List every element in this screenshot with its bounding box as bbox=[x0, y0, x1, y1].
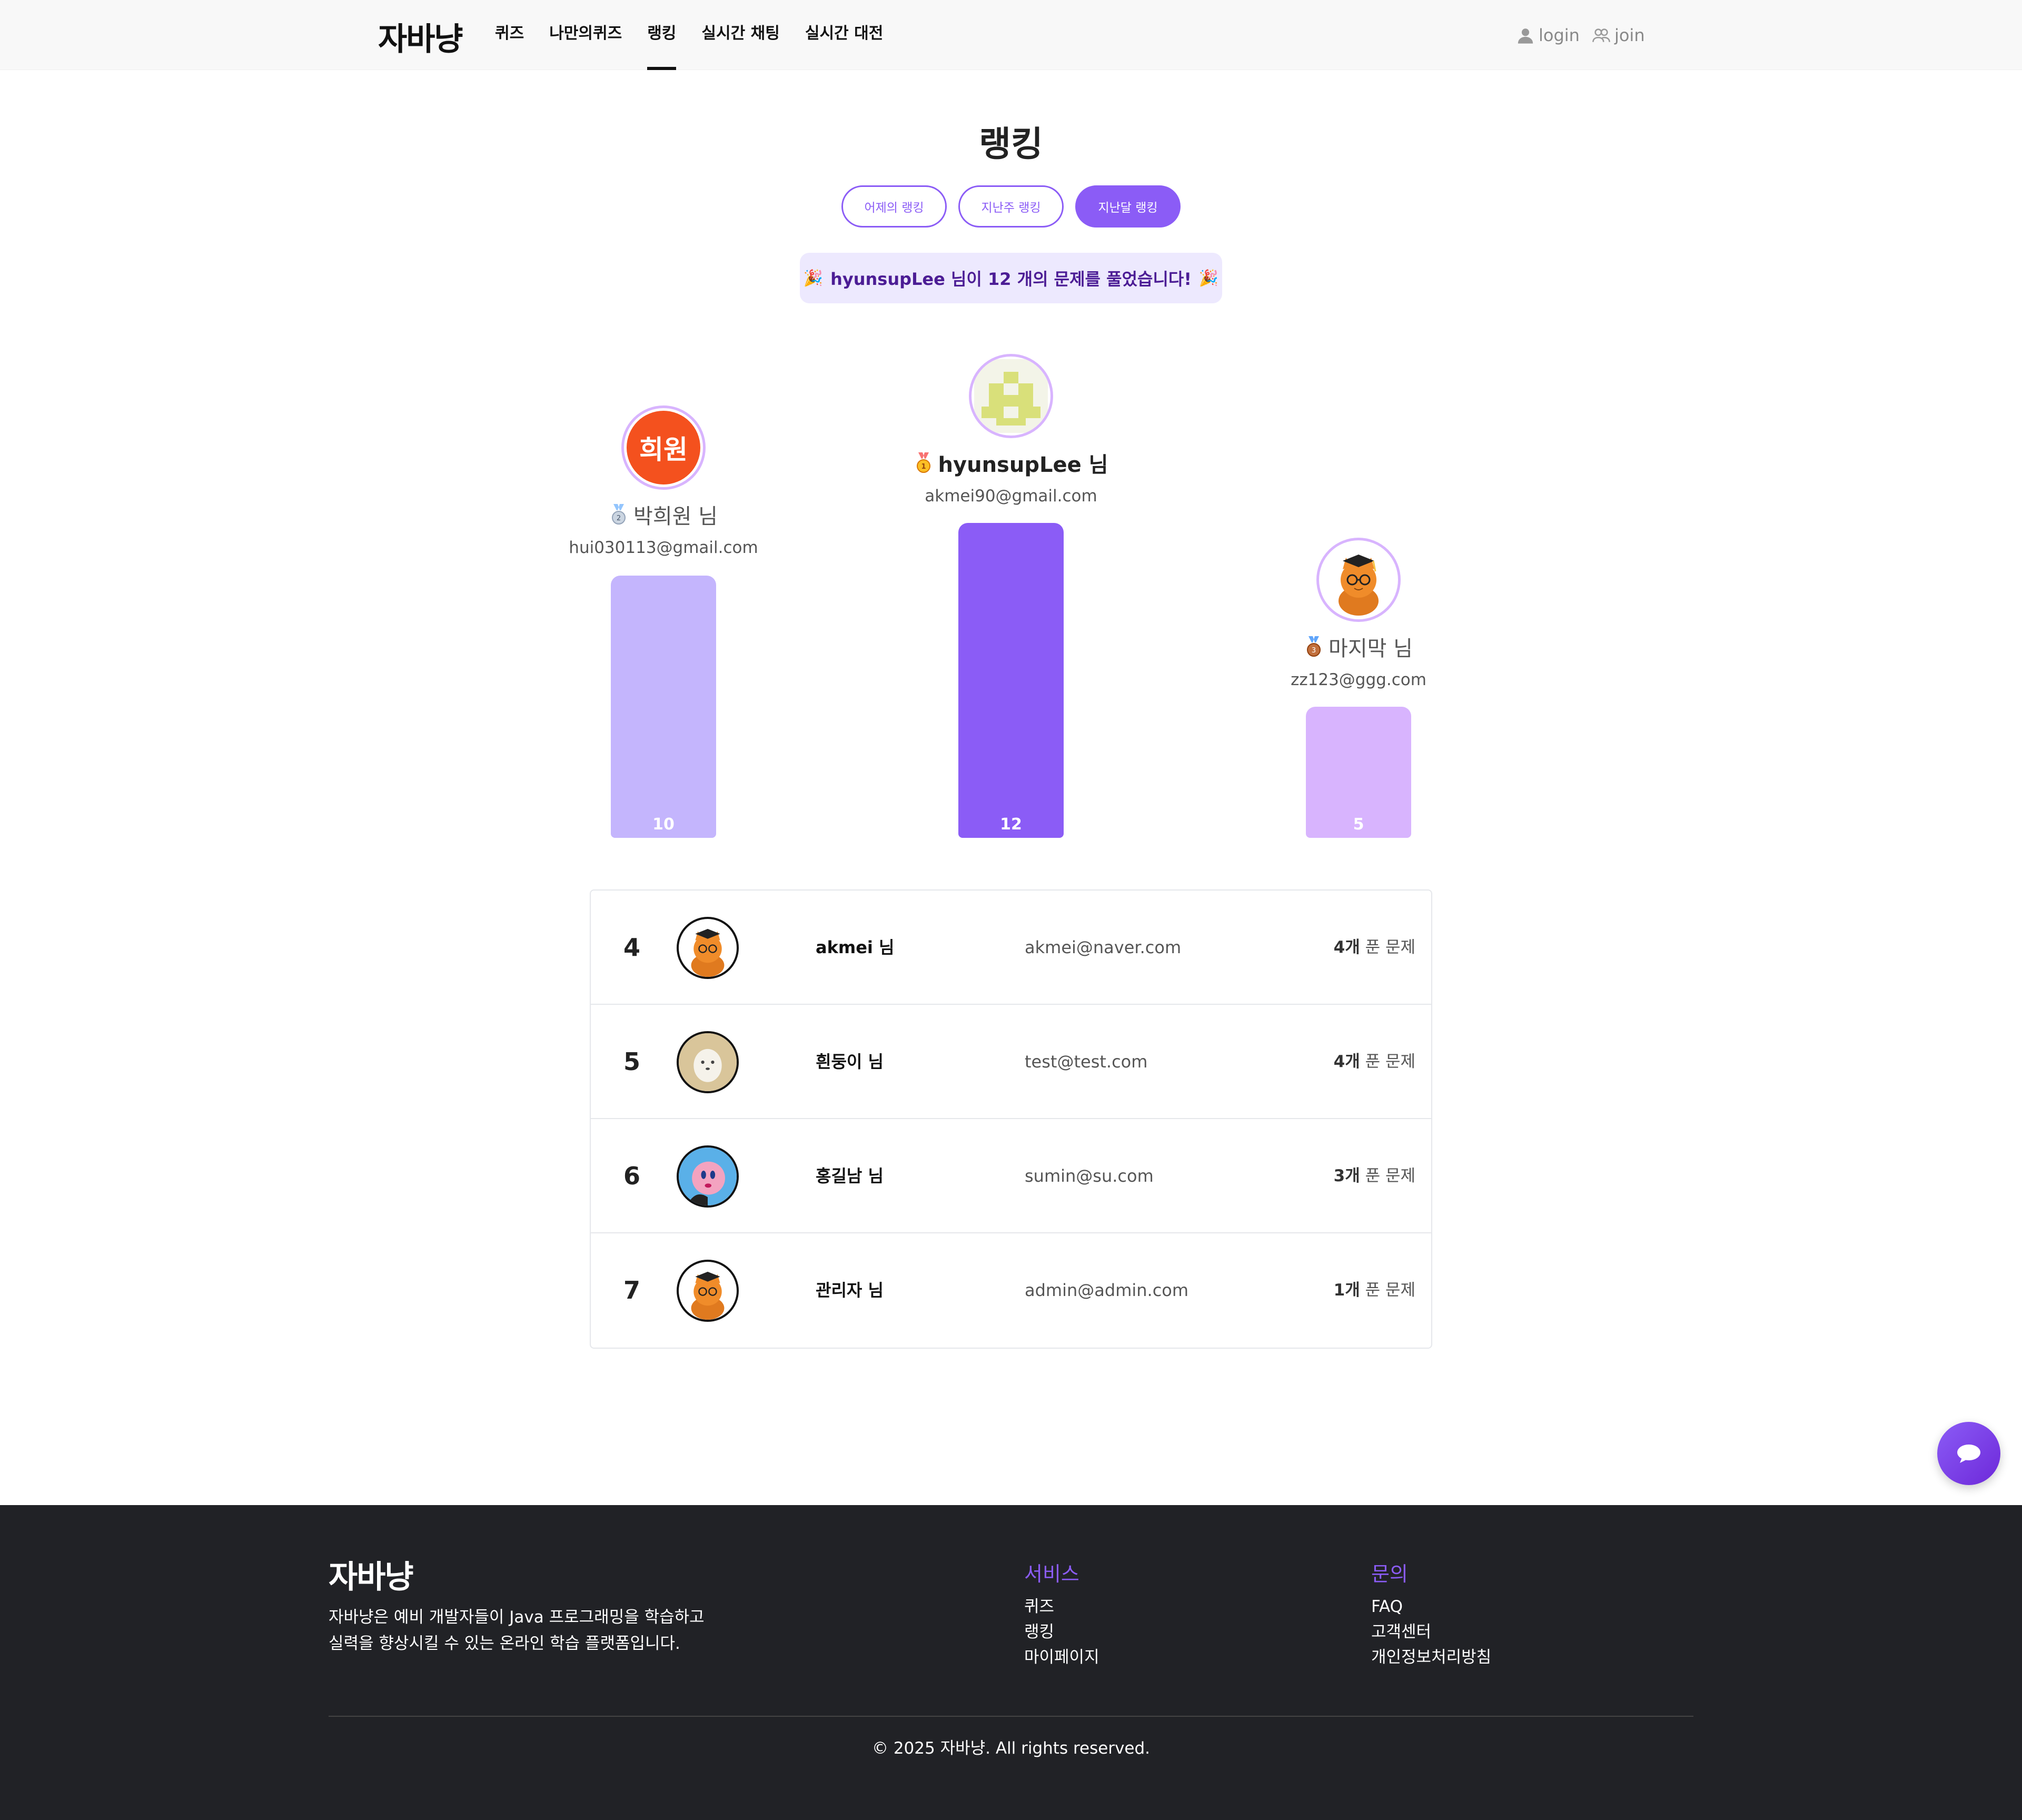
page-title: 랭킹 bbox=[979, 124, 1043, 164]
podium-third: 3 마지막 님 zz123@ggg.com bbox=[1253, 538, 1464, 689]
svg-text:3: 3 bbox=[1312, 647, 1316, 655]
avatar: 희원 bbox=[621, 405, 706, 490]
ranking-row[interactable]: 4 akmei 님 akmei@naver.com 4개 푼 문제 bbox=[591, 891, 1431, 1005]
podium-name: 2 박희원 님 bbox=[558, 499, 769, 530]
cat-graduate-avatar bbox=[691, 1271, 725, 1320]
row-solved-count: 3개 푼 문제 bbox=[1333, 1166, 1415, 1185]
banner-text: hyunsupLee 님이 12 개의 문제를 풀었습니다! bbox=[830, 269, 1192, 289]
pink-character-avatar bbox=[679, 1148, 737, 1205]
avatar bbox=[677, 1260, 739, 1322]
top-ranker-banner: 🎉 hyunsupLee 님이 12 개의 문제를 풀었습니다! 🎉 bbox=[800, 253, 1222, 303]
footer-services-title: 서비스 bbox=[1024, 1562, 1079, 1586]
footer-services: 서비스 퀴즈 랭킹 마이페이지 bbox=[1024, 1558, 1099, 1670]
nav-my-quiz[interactable]: 나만의퀴즈 bbox=[549, 0, 622, 70]
footer-logo: 자바냥 bbox=[329, 1559, 414, 1596]
row-email: admin@admin.com bbox=[1025, 1280, 1189, 1300]
podium-second: 희원 2 박희원 님 hui030113@gmail.com bbox=[558, 405, 769, 557]
avatar bbox=[1316, 538, 1401, 622]
footer-link-ranking[interactable]: 랭킹 bbox=[1024, 1619, 1099, 1645]
podium-name: 1 hyunsupLee 님 bbox=[906, 448, 1116, 478]
nav-ranking[interactable]: 랭킹 bbox=[647, 0, 677, 70]
footer-divider bbox=[329, 1716, 1693, 1717]
party-popper-icon: 🎉 bbox=[1198, 269, 1219, 288]
row-name: 홍길남 님 bbox=[816, 1166, 884, 1186]
avatar bbox=[969, 354, 1053, 438]
podium-email: akmei90@gmail.com bbox=[925, 487, 1097, 506]
top-header: 자바냥 퀴즈 나만의퀴즈 랭킹 실시간 채팅 실시간 대전 login join bbox=[0, 0, 2022, 70]
row-name: 흰둥이 님 bbox=[816, 1052, 884, 1072]
nav-live-chat[interactable]: 실시간 채팅 bbox=[701, 0, 779, 70]
avatar bbox=[677, 917, 739, 979]
footer-contact-title: 문의 bbox=[1371, 1562, 1408, 1586]
main-nav: 퀴즈 나만의퀴즈 랭킹 실시간 채팅 실시간 대전 bbox=[495, 0, 883, 70]
identicon-avatar bbox=[974, 359, 1048, 433]
row-email: test@test.com bbox=[1025, 1052, 1148, 1072]
tab-last-week[interactable]: 지난주 랭킹 bbox=[958, 185, 1064, 228]
footer-description: 자바냥은 예비 개발자들이 Java 프로그래밍을 학습하고 실력을 향상시킬 … bbox=[329, 1608, 705, 1653]
rank-number: 4 bbox=[623, 933, 641, 962]
footer-link-support[interactable]: 고객센터 bbox=[1371, 1619, 1491, 1645]
tab-last-month[interactable]: 지난달 랭킹 bbox=[1075, 185, 1181, 228]
avatar bbox=[677, 1145, 739, 1208]
footer-contact: 문의 FAQ 고객센터 개인정보처리방침 bbox=[1371, 1558, 1491, 1670]
podium-first: 1 hyunsupLee 님 akmei90@gmail.com bbox=[906, 354, 1116, 506]
login-label: login bbox=[1539, 25, 1580, 45]
svg-text:2: 2 bbox=[617, 515, 621, 522]
join-label: join bbox=[1614, 25, 1645, 45]
row-email: akmei@naver.com bbox=[1025, 937, 1182, 957]
podium-email: zz123@ggg.com bbox=[1291, 670, 1426, 689]
gold-medal-icon: 1 bbox=[916, 452, 930, 473]
podium-bar-third: 5 bbox=[1306, 707, 1411, 838]
join-link[interactable]: join bbox=[1592, 25, 1645, 45]
ranking-row[interactable]: 5 흰둥이 님 test@test.com 4개 푼 문제 bbox=[591, 1005, 1431, 1119]
bronze-medal-icon: 3 bbox=[1307, 636, 1321, 657]
ranking-list: 4 akmei 님 akmei@naver.com 4개 푼 문제 5 흰둥이 … bbox=[590, 889, 1432, 1349]
nav-quiz[interactable]: 퀴즈 bbox=[495, 0, 524, 70]
footer-link-mypage[interactable]: 마이페이지 bbox=[1024, 1645, 1099, 1670]
site-footer: 자바냥 자바냥은 예비 개발자들이 Java 프로그래밍을 학습하고 실력을 향… bbox=[0, 1505, 2022, 1820]
tab-yesterday[interactable]: 어제의 랭킹 bbox=[841, 185, 947, 228]
rank-number: 7 bbox=[623, 1276, 641, 1304]
footer-link-privacy[interactable]: 개인정보처리방침 bbox=[1371, 1645, 1491, 1670]
row-solved-count: 1개 푼 문제 bbox=[1333, 1281, 1415, 1300]
chat-button[interactable] bbox=[1937, 1422, 2000, 1485]
row-name: 관리자 님 bbox=[816, 1280, 884, 1300]
ranking-row[interactable]: 7 관리자 님 admin@admin.com 1개 푼 문제 bbox=[591, 1233, 1431, 1348]
auth-links: login join bbox=[1517, 0, 1645, 70]
svg-text:1: 1 bbox=[921, 463, 926, 471]
chat-bubble-icon bbox=[1957, 1445, 1980, 1463]
white-dog-avatar bbox=[679, 1033, 737, 1091]
login-link[interactable]: login bbox=[1517, 25, 1580, 45]
avatar bbox=[677, 1031, 739, 1093]
podium-name: 3 마지막 님 bbox=[1253, 631, 1464, 662]
users-icon bbox=[1592, 28, 1610, 42]
row-email: sumin@su.com bbox=[1025, 1166, 1154, 1186]
silver-medal-icon: 2 bbox=[612, 504, 626, 525]
podium-bar-first: 12 bbox=[958, 523, 1064, 838]
site-logo[interactable]: 자바냥 bbox=[378, 14, 463, 60]
rank-number: 6 bbox=[623, 1162, 641, 1190]
ranking-period-tabs: 어제의 랭킹 지난주 랭킹 지난달 랭킹 bbox=[0, 185, 2022, 228]
podium-email: hui030113@gmail.com bbox=[569, 538, 758, 557]
nav-live-battle[interactable]: 실시간 대전 bbox=[805, 0, 883, 70]
party-popper-icon: 🎉 bbox=[803, 269, 824, 288]
cat-graduate-avatar bbox=[1322, 543, 1395, 617]
footer-copyright: © 2025 자바냥. All rights reserved. bbox=[871, 1739, 1151, 1758]
row-solved-count: 4개 푼 문제 bbox=[1333, 1052, 1415, 1071]
avatar-initials: 희원 bbox=[627, 411, 700, 484]
cat-graduate-avatar bbox=[691, 928, 725, 977]
user-icon bbox=[1518, 28, 1533, 44]
podium-bar-second: 10 bbox=[611, 576, 716, 838]
ranking-row[interactable]: 6 홍길남 님 sumin@su.com 3개 푼 문제 bbox=[591, 1119, 1431, 1233]
row-solved-count: 4개 푼 문제 bbox=[1333, 938, 1415, 957]
footer-link-quiz[interactable]: 퀴즈 bbox=[1024, 1594, 1099, 1619]
row-name: akmei 님 bbox=[816, 937, 895, 957]
rank-number: 5 bbox=[623, 1047, 641, 1076]
footer-link-faq[interactable]: FAQ bbox=[1371, 1594, 1491, 1619]
